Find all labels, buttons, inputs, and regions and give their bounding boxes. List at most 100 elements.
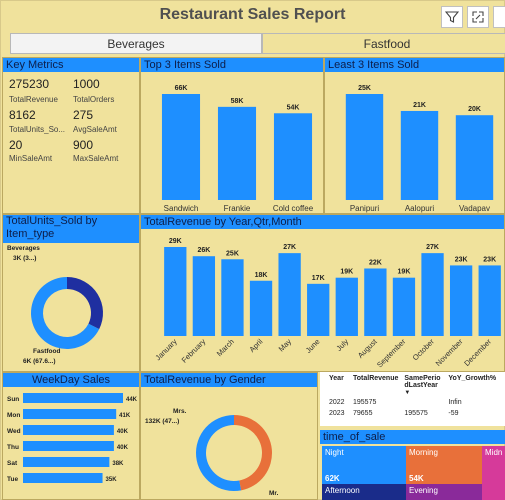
focus-mode-button[interactable]: [467, 6, 489, 28]
bar: [23, 473, 103, 483]
least3-items-chart-card: Least 3 Items Sold 25K Panipuri 21K Aalopur…: [324, 57, 505, 214]
data-label: 21K: [413, 102, 426, 109]
axis-tick-label: Tue: [7, 476, 18, 483]
axis-tick-label: May: [277, 337, 294, 354]
legend-label: Fastfood: [33, 348, 60, 355]
data-label: 41K: [119, 413, 131, 419]
treemap-label: Morning: [409, 448, 438, 457]
bar: [161, 94, 201, 200]
table-cell: 2023: [329, 410, 345, 417]
table-cell: 195575: [353, 399, 377, 406]
axis-tick-label: September: [375, 337, 408, 370]
treemap-cell-morning[interactable]: Morning 54K: [406, 446, 482, 484]
axis-tick-label: March: [215, 337, 236, 358]
treemap-cell-night[interactable]: Night 62K: [322, 446, 406, 484]
data-label: 18K: [255, 272, 268, 279]
treemap-cell-midnight[interactable]: Midn: [482, 446, 505, 500]
bar: [335, 277, 358, 336]
column-header[interactable]: TotalRevenue: [350, 374, 401, 397]
table-cell: 2022: [329, 399, 345, 406]
data-label: 66K: [175, 85, 188, 92]
data-label: 20K: [468, 106, 481, 113]
data-label: 27K: [426, 244, 439, 251]
top3-items-chart-card: Top 3 Items Sold 66K Sandwich 58K Frankie 54…: [140, 57, 324, 214]
treemap-label: Midn: [485, 448, 503, 457]
time-of-sale-card: time_of_sale Night 62K Morning 54K Midn …: [320, 428, 505, 500]
revenue-by-month-chart: 29K January 26K February 25K March 18K April 27K…: [153, 238, 501, 370]
weekday-sales-title: WeekDay Sales: [3, 373, 139, 387]
data-label: 27K: [283, 244, 296, 251]
table-row: 2022 195575 Infin: [326, 397, 499, 408]
units-by-type-donut: Beverages 3K (3...) Fastfood 6K (67.6...): [7, 245, 103, 365]
axis-tick-label: July: [334, 337, 350, 353]
legend-label: Mr.: [269, 490, 279, 497]
tab-beverages[interactable]: Beverages: [10, 33, 262, 54]
data-label: 58K: [231, 98, 244, 105]
metric-label: TotalOrders: [73, 95, 115, 104]
bar: [400, 110, 439, 200]
least3-items-chart: 25K Panipuri 21K Aalopuri 20K Vadapav: [345, 85, 494, 213]
treemap-cell-afternoon[interactable]: Afternoon: [322, 484, 406, 500]
column-header[interactable]: YoY_Growth%: [445, 374, 499, 397]
axis-tick-label: Cold coffee: [273, 204, 314, 213]
column-header[interactable]: Year: [326, 374, 350, 397]
donut-slice: [234, 415, 272, 491]
metric-label: TotalUnits_So...: [9, 125, 66, 134]
metric-value: 8162: [9, 108, 36, 122]
table-cell: Infin: [448, 399, 462, 406]
least3-chart-title: Least 3 Items Sold: [325, 58, 504, 72]
table-cell: -59: [448, 410, 459, 417]
table-cell: 79655: [353, 410, 373, 417]
donut-slice: [67, 277, 103, 330]
filter-button[interactable]: [441, 6, 463, 28]
treemap-label: Afternoon: [325, 486, 360, 495]
report-title: Restaurant Sales Report: [159, 6, 346, 23]
axis-tick-label: June: [304, 337, 322, 355]
data-label: 17K: [312, 275, 325, 282]
bar: [364, 268, 387, 336]
treemap-value: 62K: [325, 474, 340, 483]
axis-tick-label: Sandwich: [164, 204, 199, 213]
bar: [23, 441, 114, 451]
metric-value: 20: [9, 138, 23, 152]
more-options-button[interactable]: [493, 6, 505, 28]
column-header-label: SamePeriodLastYear: [404, 375, 441, 389]
yoy-table: Year TotalRevenue SamePeriodLastYear ▼ Yo…: [326, 374, 500, 419]
bar: [221, 259, 244, 336]
data-label: 25K: [226, 250, 239, 257]
axis-tick-label: Panipuri: [350, 204, 380, 213]
revenue-by-gender-title: TotalRevenue by Gender: [141, 373, 317, 387]
data-label: 23K: [483, 256, 496, 263]
revenue-by-month-card: TotalRevenue by Year,Qtr,Month 29K Januar…: [140, 214, 505, 372]
axis-tick-label: January: [153, 337, 178, 362]
metric-value: 900: [73, 138, 94, 152]
axis-tick-label: October: [411, 337, 437, 363]
column-header[interactable]: SamePeriodLastYear ▼: [401, 374, 445, 397]
key-metrics-title: Key Metrics: [3, 58, 139, 72]
units-by-type-title: TotalUnits_Sold by Item_type: [3, 215, 139, 243]
data-label: 23K: [455, 256, 468, 263]
data-label: 19K: [398, 269, 411, 276]
weekday-sales-card: WeekDay Sales Sun 44K Mon 41K Wed 40K Thu 40K Sa…: [2, 372, 140, 500]
bar: [192, 256, 216, 336]
axis-tick-label: Wed: [7, 428, 21, 435]
treemap-value: 54K: [409, 474, 424, 483]
revenue-by-month-title: TotalRevenue by Year,Qtr,Month: [141, 215, 504, 229]
treemap-cell-evening[interactable]: Evening: [406, 484, 482, 500]
tab-fastfood[interactable]: Fastfood: [262, 33, 505, 54]
data-label: 40K: [117, 429, 129, 435]
bar: [23, 457, 110, 467]
legend-label: Beverages: [7, 245, 40, 252]
data-label: 25K: [358, 85, 371, 92]
axis-tick-label: Sun: [7, 396, 19, 403]
bar: [345, 94, 384, 200]
bar: [217, 106, 257, 200]
units-by-type-card: TotalUnits_Sold by Item_type Beverages 3K…: [2, 214, 140, 372]
time-of-sale-title: time_of_sale: [320, 430, 505, 444]
metric-value: 275230: [9, 77, 50, 91]
revenue-by-gender-card: TotalRevenue by Gender Mrs. 132K (47...) M…: [140, 372, 318, 500]
bar: [23, 393, 123, 403]
axis-tick-label: November: [434, 337, 465, 368]
data-label: 44K: [126, 397, 138, 403]
bar: [249, 280, 273, 336]
